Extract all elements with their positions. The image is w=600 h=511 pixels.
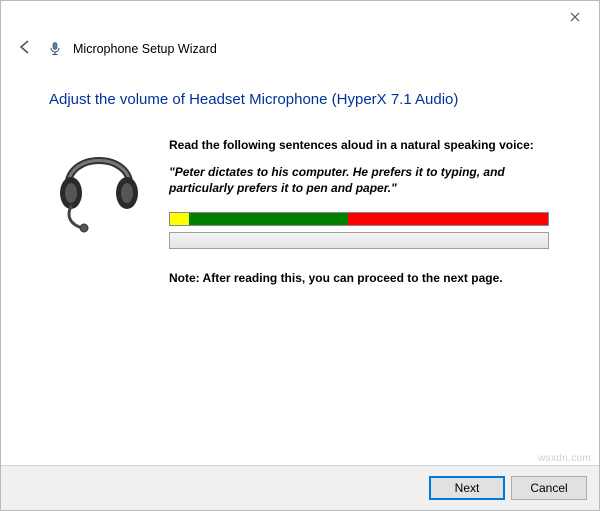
- wizard-header: Microphone Setup Wizard: [1, 33, 599, 71]
- next-button[interactable]: Next: [429, 476, 505, 500]
- volume-level-meter: [169, 212, 549, 226]
- instruction-label: Read the following sentences aloud in a …: [169, 138, 555, 152]
- back-arrow-icon: [16, 38, 34, 61]
- cancel-button[interactable]: Cancel: [511, 476, 587, 500]
- meter-segment-yellow: [170, 213, 189, 225]
- back-button[interactable]: [13, 37, 37, 61]
- meter-segment-red: [348, 213, 548, 225]
- wizard-title: Microphone Setup Wizard: [73, 42, 217, 56]
- headset-illustration: [49, 138, 149, 241]
- cancel-button-label: Cancel: [530, 481, 567, 495]
- headset-icon: [54, 138, 144, 241]
- page-heading: Adjust the volume of Headset Microphone …: [49, 91, 559, 108]
- wizard-footer: Next Cancel: [1, 465, 599, 510]
- instruction-column: Read the following sentences aloud in a …: [169, 138, 559, 285]
- note-text: Note: After reading this, you can procee…: [169, 271, 555, 285]
- speech-progress-bar: [169, 232, 549, 249]
- microphone-icon: [47, 41, 63, 57]
- watermark: wsxdn.com: [538, 453, 591, 464]
- meter-segment-green: [189, 213, 348, 225]
- main-row: Read the following sentences aloud in a …: [49, 138, 559, 285]
- sample-sentence: "Peter dictates to his computer. He pref…: [169, 164, 555, 196]
- titlebar: [1, 1, 599, 33]
- wizard-content: Adjust the volume of Headset Microphone …: [1, 71, 599, 285]
- close-icon: [570, 9, 580, 25]
- close-button[interactable]: [553, 3, 597, 31]
- next-button-label: Next: [455, 481, 480, 495]
